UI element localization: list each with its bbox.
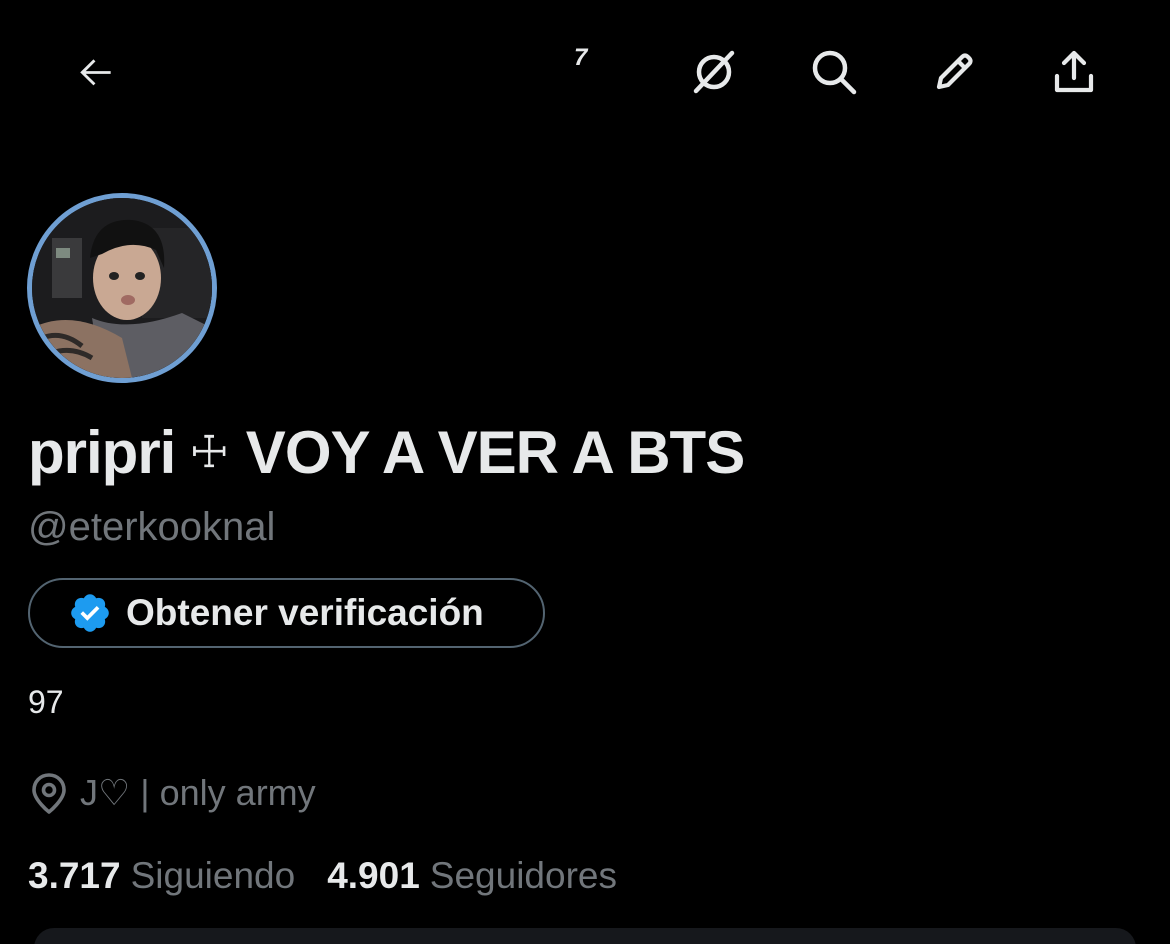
- avatar-photo: [32, 198, 212, 378]
- share-icon: [1054, 50, 1094, 93]
- followers-count: 4.901: [327, 855, 420, 896]
- get-verified-label: Obtener verificación: [126, 592, 484, 633]
- user-handle: @eterkooknal: [28, 505, 276, 549]
- search-button[interactable]: [804, 42, 864, 102]
- location-pin-icon: [28, 770, 70, 816]
- display-name-first: pripri: [28, 419, 176, 486]
- location-text: J♡ | only army: [80, 772, 316, 813]
- following-count: 3.717: [28, 855, 121, 896]
- next-section-card: [34, 928, 1136, 944]
- search-icon: [812, 50, 857, 95]
- following-label: Siguiendo: [130, 855, 296, 896]
- notification-count: 7: [574, 44, 588, 71]
- edit-button[interactable]: [924, 42, 984, 102]
- verified-badge-icon: [68, 591, 112, 635]
- back-button[interactable]: [66, 42, 126, 102]
- followers-label: Seguidores: [429, 855, 617, 896]
- profile-page: 7 pripri ☩ VOY A VER A BTS @eterkooknal …: [0, 0, 1170, 944]
- profile-bio: 97: [28, 684, 64, 720]
- following-link[interactable]: 3.717 Siguiendo: [28, 855, 295, 897]
- profile-avatar[interactable]: [27, 193, 217, 383]
- pencil-icon: [936, 53, 973, 90]
- share-button[interactable]: [1044, 42, 1104, 102]
- followers-link[interactable]: 4.901 Seguidores: [327, 855, 617, 897]
- arrow-left-icon: [80, 59, 111, 86]
- display-name: pripri ☩ VOY A VER A BTS: [28, 418, 745, 487]
- get-verified-button[interactable]: Obtener verificación: [28, 578, 545, 648]
- name-symbol: ☩: [189, 428, 228, 477]
- profile-location: J♡ | only army: [28, 770, 316, 816]
- follow-stats: 3.717 Siguiendo 4.901 Seguidores: [28, 855, 617, 897]
- grok-button[interactable]: [684, 42, 744, 102]
- display-name-suffix: VOY A VER A BTS: [245, 419, 745, 486]
- grok-icon: [693, 50, 735, 94]
